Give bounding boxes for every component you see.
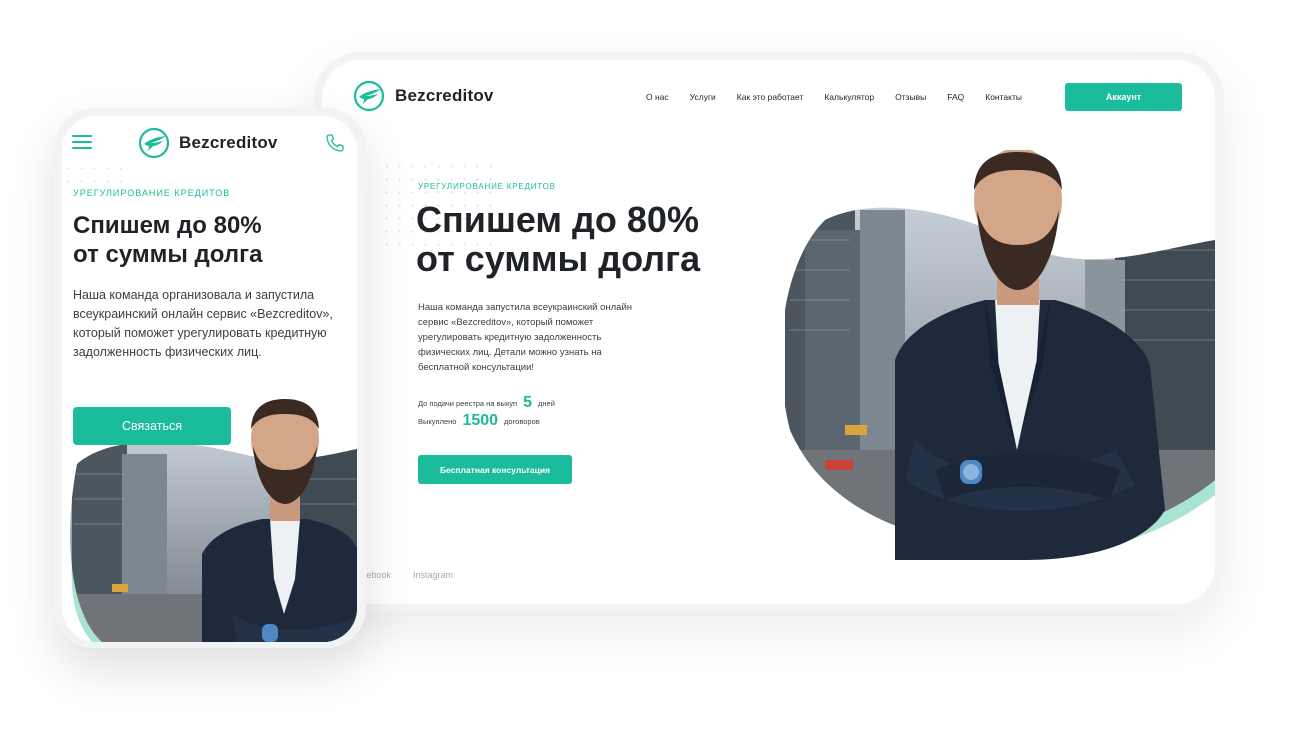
stat-contracts-value: 1500 (462, 412, 499, 429)
wing-circle-logo-icon (353, 80, 385, 112)
desktop-screen: Bezcreditov О нас Услуги Как это работае… (322, 60, 1215, 604)
title-line-1: Спишем до 80% (73, 212, 262, 239)
nav-link-calculator[interactable]: Калькулятор (824, 92, 874, 102)
stat-days-value: 5 (523, 394, 533, 411)
contact-button[interactable]: Связаться (73, 407, 231, 445)
nav-link-services[interactable]: Услуги (690, 92, 716, 102)
stat-contracts-suffix: договоров (504, 416, 540, 426)
hamburger-menu-icon[interactable] (72, 135, 92, 149)
account-button[interactable]: Аккаунт (1065, 83, 1182, 111)
page-title: Спишем до 80% от суммы долга (73, 211, 343, 269)
eyebrow-label: УРЕГУЛИРОВАНИЕ КРЕДИТОВ (418, 182, 556, 191)
nav-link-reviews[interactable]: Отзывы (895, 92, 926, 102)
title-line-2: от суммы долга (73, 241, 263, 268)
desktop-logo[interactable]: Bezcreditov (353, 80, 494, 112)
stat-days: До подачи реестра на выкуп 5 дней (418, 394, 555, 412)
brand-name: Bezcreditov (395, 86, 494, 105)
person-figure (895, 150, 1165, 560)
free-consultation-button[interactable]: Бесплатная консультация (418, 455, 572, 484)
mobile-logo[interactable]: Bezcreditov (138, 127, 278, 159)
hero-description: Наша команда организовала и запустила вс… (73, 288, 333, 359)
instagram-link[interactable]: Instagram (413, 570, 453, 580)
nav-link-about[interactable]: О нас (646, 92, 669, 102)
main-nav: О нас Услуги Как это работает Калькулято… (646, 92, 1022, 102)
stat-days-prefix: До подачи реестра на выкуп (418, 398, 518, 408)
wing-circle-logo-icon (138, 127, 170, 159)
brand-name: Bezcreditov (179, 133, 278, 152)
title-line-2: от суммы долга (416, 238, 701, 279)
hero-description: Наша команда запустила всеукраинский онл… (418, 302, 633, 373)
social-links: cebook Instagram (362, 570, 453, 580)
stat-contracts: Выкуплено 1500 договоров (418, 412, 540, 430)
stat-contracts-prefix: Выкуплено (418, 416, 457, 426)
page-title: Спишем до 80% от суммы долга (416, 200, 776, 278)
nav-link-contacts[interactable]: Контакты (985, 92, 1022, 102)
stat-days-suffix: дней (538, 398, 555, 408)
title-line-1: Спишем до 80% (416, 199, 699, 240)
nav-link-how-it-works[interactable]: Как это работает (737, 92, 804, 102)
mobile-screen: Bezcreditov УРЕГУЛИРОВАНИЕ КРЕДИТОВ Спиш… (62, 116, 357, 642)
hero-portrait-image (785, 150, 1215, 560)
facebook-link[interactable]: cebook (362, 570, 391, 580)
eyebrow-label: УРЕГУЛИРОВАНИЕ КРЕДИТОВ (73, 188, 231, 198)
phone-icon[interactable] (325, 133, 345, 153)
nav-link-faq[interactable]: FAQ (947, 92, 964, 102)
